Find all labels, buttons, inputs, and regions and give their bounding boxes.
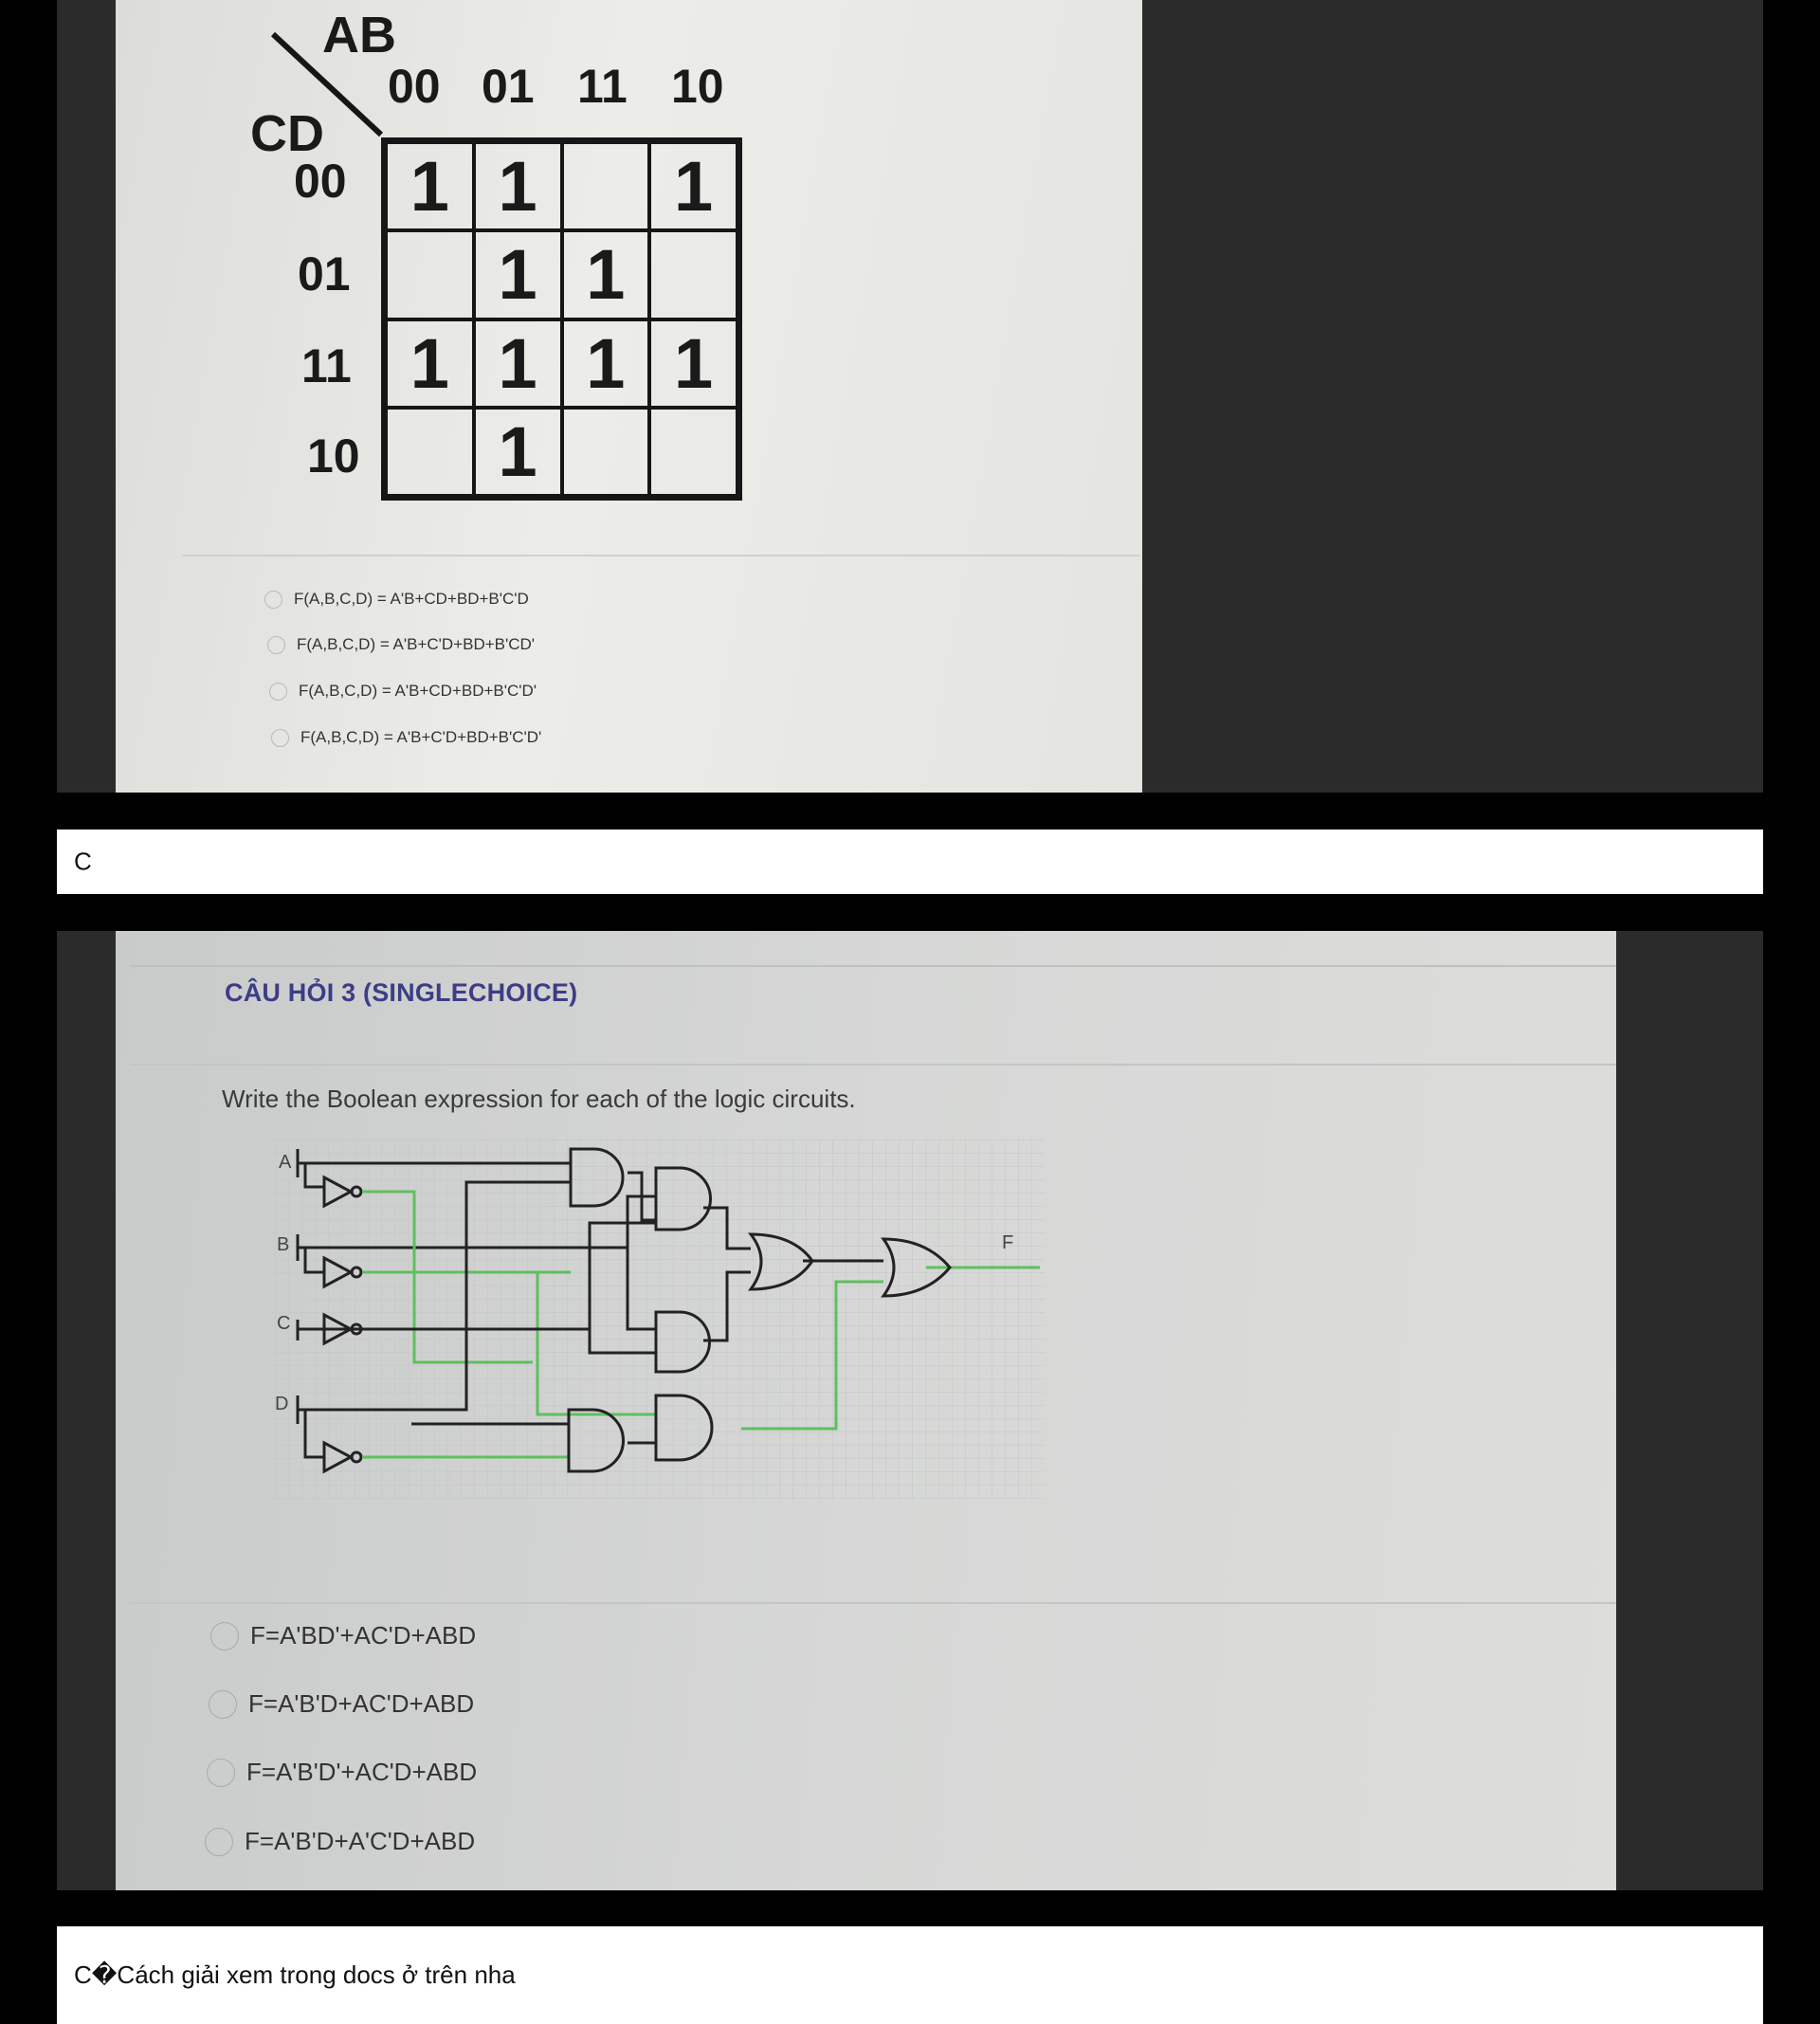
kmap-cell bbox=[386, 230, 474, 319]
option-label: F=A'B'D'+AC'D+ABD bbox=[246, 1758, 478, 1786]
radio-button[interactable] bbox=[205, 1827, 233, 1856]
kmap-cell bbox=[561, 142, 650, 231]
radio-button[interactable] bbox=[210, 1621, 239, 1650]
option-row[interactable]: F(A,B,C,D) = A'B+C'D+BD+B'CD' bbox=[267, 635, 535, 654]
kmap-col-var: AB bbox=[322, 7, 396, 64]
kmap-cell bbox=[386, 407, 474, 496]
radio-button[interactable] bbox=[207, 1758, 235, 1787]
kmap-cell: 1 bbox=[386, 142, 474, 231]
option-row[interactable]: F(A,B,C,D) = A'B+C'D+BD+B'C'D' bbox=[271, 728, 541, 747]
kmap-cell: 1 bbox=[473, 407, 562, 496]
answer-box-2: C�Cách giải xem trong docs ở trên nha bbox=[57, 1926, 1763, 2024]
question-title: CÂU HỎI 3 (SINGLECHOICE) bbox=[225, 978, 578, 1007]
radio-button[interactable] bbox=[269, 682, 287, 701]
option-label: F(A,B,C,D) = A'B+CD+BD+B'C'D bbox=[294, 590, 529, 608]
kmap-cell: 1 bbox=[473, 230, 562, 319]
option-label: F=A'B'D+AC'D+ABD bbox=[248, 1689, 475, 1718]
kmap-cell bbox=[649, 230, 737, 319]
input-label-a: A bbox=[279, 1152, 292, 1173]
option-label: F(A,B,C,D) = A'B+C'D+BD+B'CD' bbox=[297, 635, 536, 653]
option-label: F=A'BD'+AC'D+ABD bbox=[250, 1621, 477, 1650]
question-photo-1: AB CD 00 01 11 10 00 01 11 10 1111111111… bbox=[57, 0, 1763, 793]
divider bbox=[130, 965, 1616, 967]
question-prompt: Write the Boolean expression for each of… bbox=[222, 1085, 856, 1113]
kmap-cell: 1 bbox=[649, 142, 737, 231]
kmap-col-header: 00 bbox=[388, 60, 441, 113]
kmap-question-sheet: AB CD 00 01 11 10 00 01 11 10 1111111111… bbox=[116, 0, 1142, 793]
radio-button[interactable] bbox=[264, 590, 282, 609]
kmap-row-header: 00 bbox=[294, 155, 347, 208]
circuit-question-sheet: CÂU HỎI 3 (SINGLECHOICE) Write the Boole… bbox=[116, 931, 1616, 1890]
kmap-cell: 1 bbox=[473, 142, 562, 231]
question-photo-2: CÂU HỎI 3 (SINGLECHOICE) Write the Boole… bbox=[57, 931, 1763, 1890]
kmap-row-header: 11 bbox=[301, 339, 352, 392]
kmap-cell: 1 bbox=[386, 319, 474, 408]
output-label-f: F bbox=[1002, 1232, 1013, 1253]
divider bbox=[130, 1602, 1616, 1604]
kmap-cell bbox=[649, 407, 737, 496]
kmap-row-header: 01 bbox=[298, 247, 351, 301]
kmap-col-header: 10 bbox=[671, 60, 724, 113]
option-row[interactable]: F(A,B,C,D) = A'B+CD+BD+B'C'D bbox=[264, 590, 529, 609]
answer-box-1: C bbox=[57, 830, 1763, 894]
kmap-col-header: 11 bbox=[577, 60, 628, 113]
option-row[interactable]: F=A'B'D+AC'D+ABD bbox=[209, 1689, 474, 1719]
kmap-grid: 1111111111 bbox=[381, 137, 742, 501]
option-label: F(A,B,C,D) = A'B+C'D+BD+B'C'D' bbox=[300, 728, 542, 746]
kmap-cell bbox=[561, 407, 650, 496]
radio-button[interactable] bbox=[209, 1689, 237, 1719]
kmap-cell: 1 bbox=[473, 319, 562, 408]
option-row[interactable]: F=A'B'D+A'C'D+ABD bbox=[205, 1827, 475, 1856]
logic-circuit-diagram: A B C D F bbox=[267, 1140, 1045, 1500]
divider bbox=[182, 555, 1139, 556]
input-label-d: D bbox=[275, 1394, 288, 1414]
kmap-cell: 1 bbox=[649, 319, 737, 408]
answer-text: C�Cách giải xem trong docs ở trên nha bbox=[74, 1960, 516, 1989]
radio-button[interactable] bbox=[267, 635, 285, 654]
kmap-cell: 1 bbox=[561, 230, 650, 319]
option-label: F(A,B,C,D) = A'B+CD+BD+B'C'D' bbox=[299, 682, 537, 700]
divider bbox=[130, 1064, 1616, 1066]
option-row[interactable]: F=A'BD'+AC'D+ABD bbox=[210, 1621, 476, 1650]
answer-text: C bbox=[74, 847, 92, 876]
kmap-col-header: 01 bbox=[482, 60, 535, 113]
option-row[interactable]: F(A,B,C,D) = A'B+CD+BD+B'C'D' bbox=[269, 682, 537, 701]
option-label: F=A'B'D+A'C'D+ABD bbox=[245, 1827, 476, 1855]
kmap-cell: 1 bbox=[561, 319, 650, 408]
kmap-row-header: 10 bbox=[307, 429, 360, 483]
option-row[interactable]: F=A'B'D'+AC'D+ABD bbox=[207, 1758, 477, 1787]
input-label-b: B bbox=[277, 1234, 289, 1255]
input-label-c: C bbox=[277, 1313, 290, 1334]
radio-button[interactable] bbox=[271, 728, 289, 747]
